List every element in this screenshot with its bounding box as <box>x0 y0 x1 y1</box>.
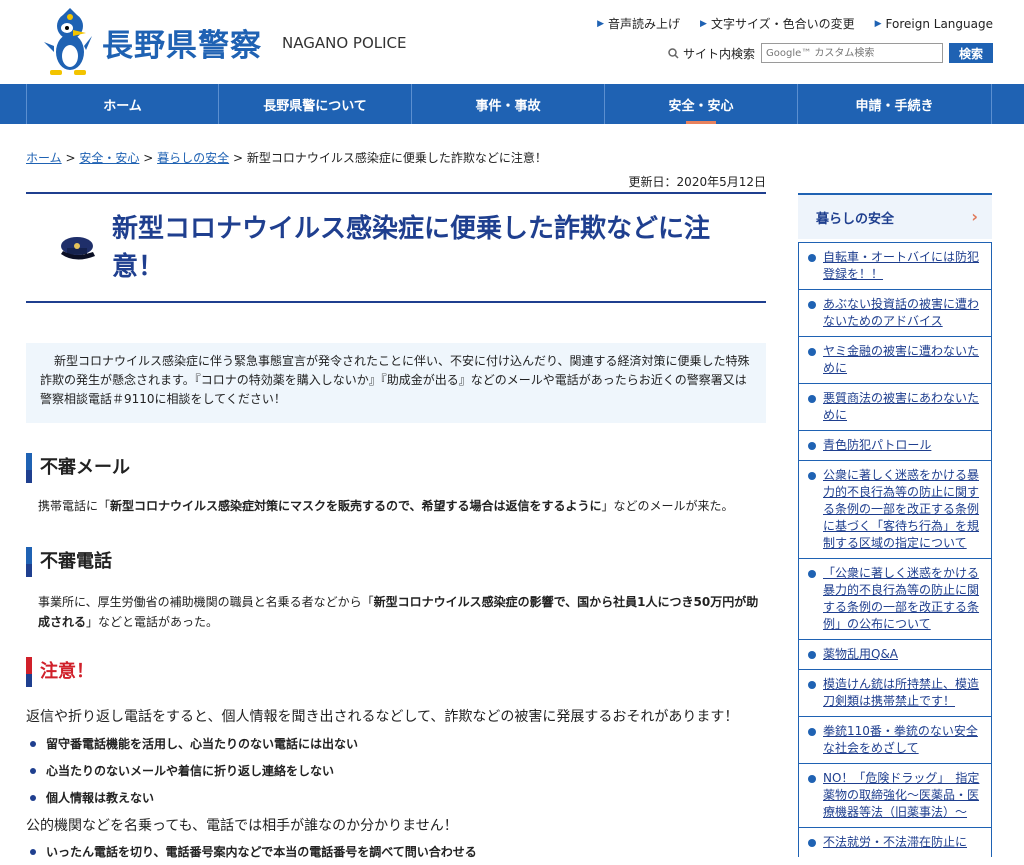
util-link-voice[interactable]: ▶ 音声読み上げ <box>597 15 680 32</box>
caution-text-2: 公的機関などを名乗っても、電話では相手が誰なのか分かりません！ <box>26 818 458 834</box>
list-item: 留守番電話機能を活用し、心当たりのない電話には出ない <box>30 734 358 761</box>
list-item: 心当たりのないメールや着信に折り返し連絡をしない <box>30 761 358 788</box>
breadcrumb-current: 新型コロナウイルス感染症に便乗した詐欺などに注意！ <box>246 151 547 165</box>
search-button[interactable]: 検索 <box>948 43 993 63</box>
util-link-foreign-language[interactable]: ▶ Foreign Language <box>875 15 993 32</box>
sidebar-item[interactable]: 「公衆に著しく迷惑をかける暴力的不良行為等の防止に関する条例の一部を改正する条例… <box>799 558 991 639</box>
caution-bullets-2: いったん電話を切り、電話番号案内などで本当の電話番号を調べて問い合わせる <box>30 842 477 865</box>
page-title-block: 新型コロナウイルス感染症に便乗した詐欺などに注意！ <box>26 192 766 303</box>
util-link-text-size[interactable]: ▶ 文字サイズ・色合いの変更 <box>700 15 855 32</box>
site-logo-text[interactable]: 長野県警察 <box>102 20 262 65</box>
caution-bullets-1: 留守番電話機能を活用し、心当たりのない電話には出ない 心当たりのないメールや着信… <box>30 734 358 815</box>
triangle-right-icon: ▶ <box>874 18 882 29</box>
nav-item-home[interactable]: ホーム <box>26 84 219 124</box>
police-cap-icon <box>61 237 95 260</box>
triangle-right-icon: ▶ <box>597 18 605 29</box>
sidebar-item[interactable]: 公衆に著しく迷惑をかける暴力的不良行為等の防止に関する条例の一部を改正する条例に… <box>799 460 991 558</box>
sidebar: 暮らしの安全 › 自転車・オートバイには防犯登録を！！ あぶない投資話の被害に遭… <box>798 193 992 865</box>
search-label: サイト内検索 <box>668 45 755 62</box>
triangle-right-icon: ▶ <box>700 18 707 29</box>
sidebar-heading[interactable]: 暮らしの安全 › <box>798 193 992 239</box>
page-title: 新型コロナウイルス感染症に便乗した詐欺などに注意！ <box>112 214 711 282</box>
section-heading-suspicious-mail: 不審メール <box>26 453 130 483</box>
sidebar-item[interactable]: NO！「危険ドラッグ」 指定薬物の取締強化〜医薬品・医療機器等法（旧薬事法）〜 <box>799 763 991 827</box>
site-header: 長野県警察 NAGANO POLICE ▶ 音声読み上げ ▶ 文字サイズ・色合いの変… <box>0 0 1024 84</box>
section-text-suspicious-mail: 携帯電話に「新型コロナウイルス感染症対策にマスクを販売するので、希望する場合は返… <box>38 499 734 513</box>
utility-links: ▶ 音声読み上げ ▶ 文字サイズ・色合いの変更 ▶ Foreign Language <box>597 15 993 32</box>
sidebar-item[interactable]: ヤミ金融の被害に遭わないために <box>799 336 991 383</box>
breadcrumb: ホーム > 安全・安心 > 暮らしの安全 > 新型コロナウイルス感染症に便乗した… <box>26 151 547 165</box>
nav-item-incidents[interactable]: 事件・事故 <box>412 84 605 124</box>
search-icon <box>668 47 679 59</box>
sidebar-item[interactable]: 拳銃110番・拳銃のない安全な社会をめざして <box>799 716 991 763</box>
sidebar-item[interactable]: 薬物乱用Q&A <box>799 639 991 669</box>
section-heading-caution: 注意！ <box>26 657 94 687</box>
police-mascot-logo-icon[interactable] <box>40 6 96 78</box>
section-text-suspicious-phone: 事業所に、厚生労働省の補助機関の職員と名乗る者などから「新型コロナウイルス感染症… <box>38 595 759 629</box>
breadcrumb-home[interactable]: ホーム <box>26 151 62 165</box>
nav-item-safety[interactable]: 安全・安心 <box>605 84 798 124</box>
sidebar-item[interactable]: 不法就労・不法滞在防止に <box>799 827 991 857</box>
list-item: 個人情報は教えない <box>30 788 358 815</box>
nav-item-about[interactable]: 長野県警について <box>219 84 412 124</box>
list-item: いったん電話を切り、電話番号案内などで本当の電話番号を調べて問い合わせる <box>30 842 477 865</box>
search-input[interactable] <box>760 43 943 63</box>
sidebar-list: 自転車・オートバイには防犯登録を！！ あぶない投資話の被害に遭わないためのアドバ… <box>798 242 992 857</box>
sidebar-item[interactable]: あぶない投資話の被害に遭わないためのアドバイス <box>799 289 991 336</box>
updated-date: 更新日：2020年5月12日 <box>628 175 766 189</box>
chevron-right-icon: › <box>971 207 978 226</box>
section-heading-suspicious-phone: 不審電話 <box>26 547 112 577</box>
breadcrumb-life-safety[interactable]: 暮らしの安全 <box>157 151 229 165</box>
site-logo-subtitle: NAGANO POLICE <box>282 34 407 52</box>
site-search: サイト内検索 検索 <box>668 43 993 63</box>
sidebar-item[interactable]: 青色防犯パトロール <box>799 430 991 460</box>
sidebar-item[interactable]: 自転車・オートバイには防犯登録を！！ <box>799 242 991 289</box>
sidebar-item[interactable]: 模造けん銃は所持禁止、模造刀剣類は携帯禁止です！ <box>799 669 991 716</box>
caution-text-1: 返信や折り返し電話をすると、個人情報を聞き出されるなどして、詐欺などの被害に発展… <box>26 709 739 725</box>
breadcrumb-safety[interactable]: 安全・安心 <box>79 151 139 165</box>
sidebar-item[interactable]: 悪質商法の被害にあわないために <box>799 383 991 430</box>
nav-spacer-left <box>0 84 26 124</box>
nav-item-applications[interactable]: 申請・手続き <box>798 84 992 124</box>
intro-box: 新型コロナウイルス感染症に伴う緊急事態宣言が発令されたことに伴い、不安に付け込ん… <box>26 343 766 423</box>
global-nav: ホーム 長野県警について 事件・事故 安全・安心 申請・手続き <box>0 84 1024 124</box>
